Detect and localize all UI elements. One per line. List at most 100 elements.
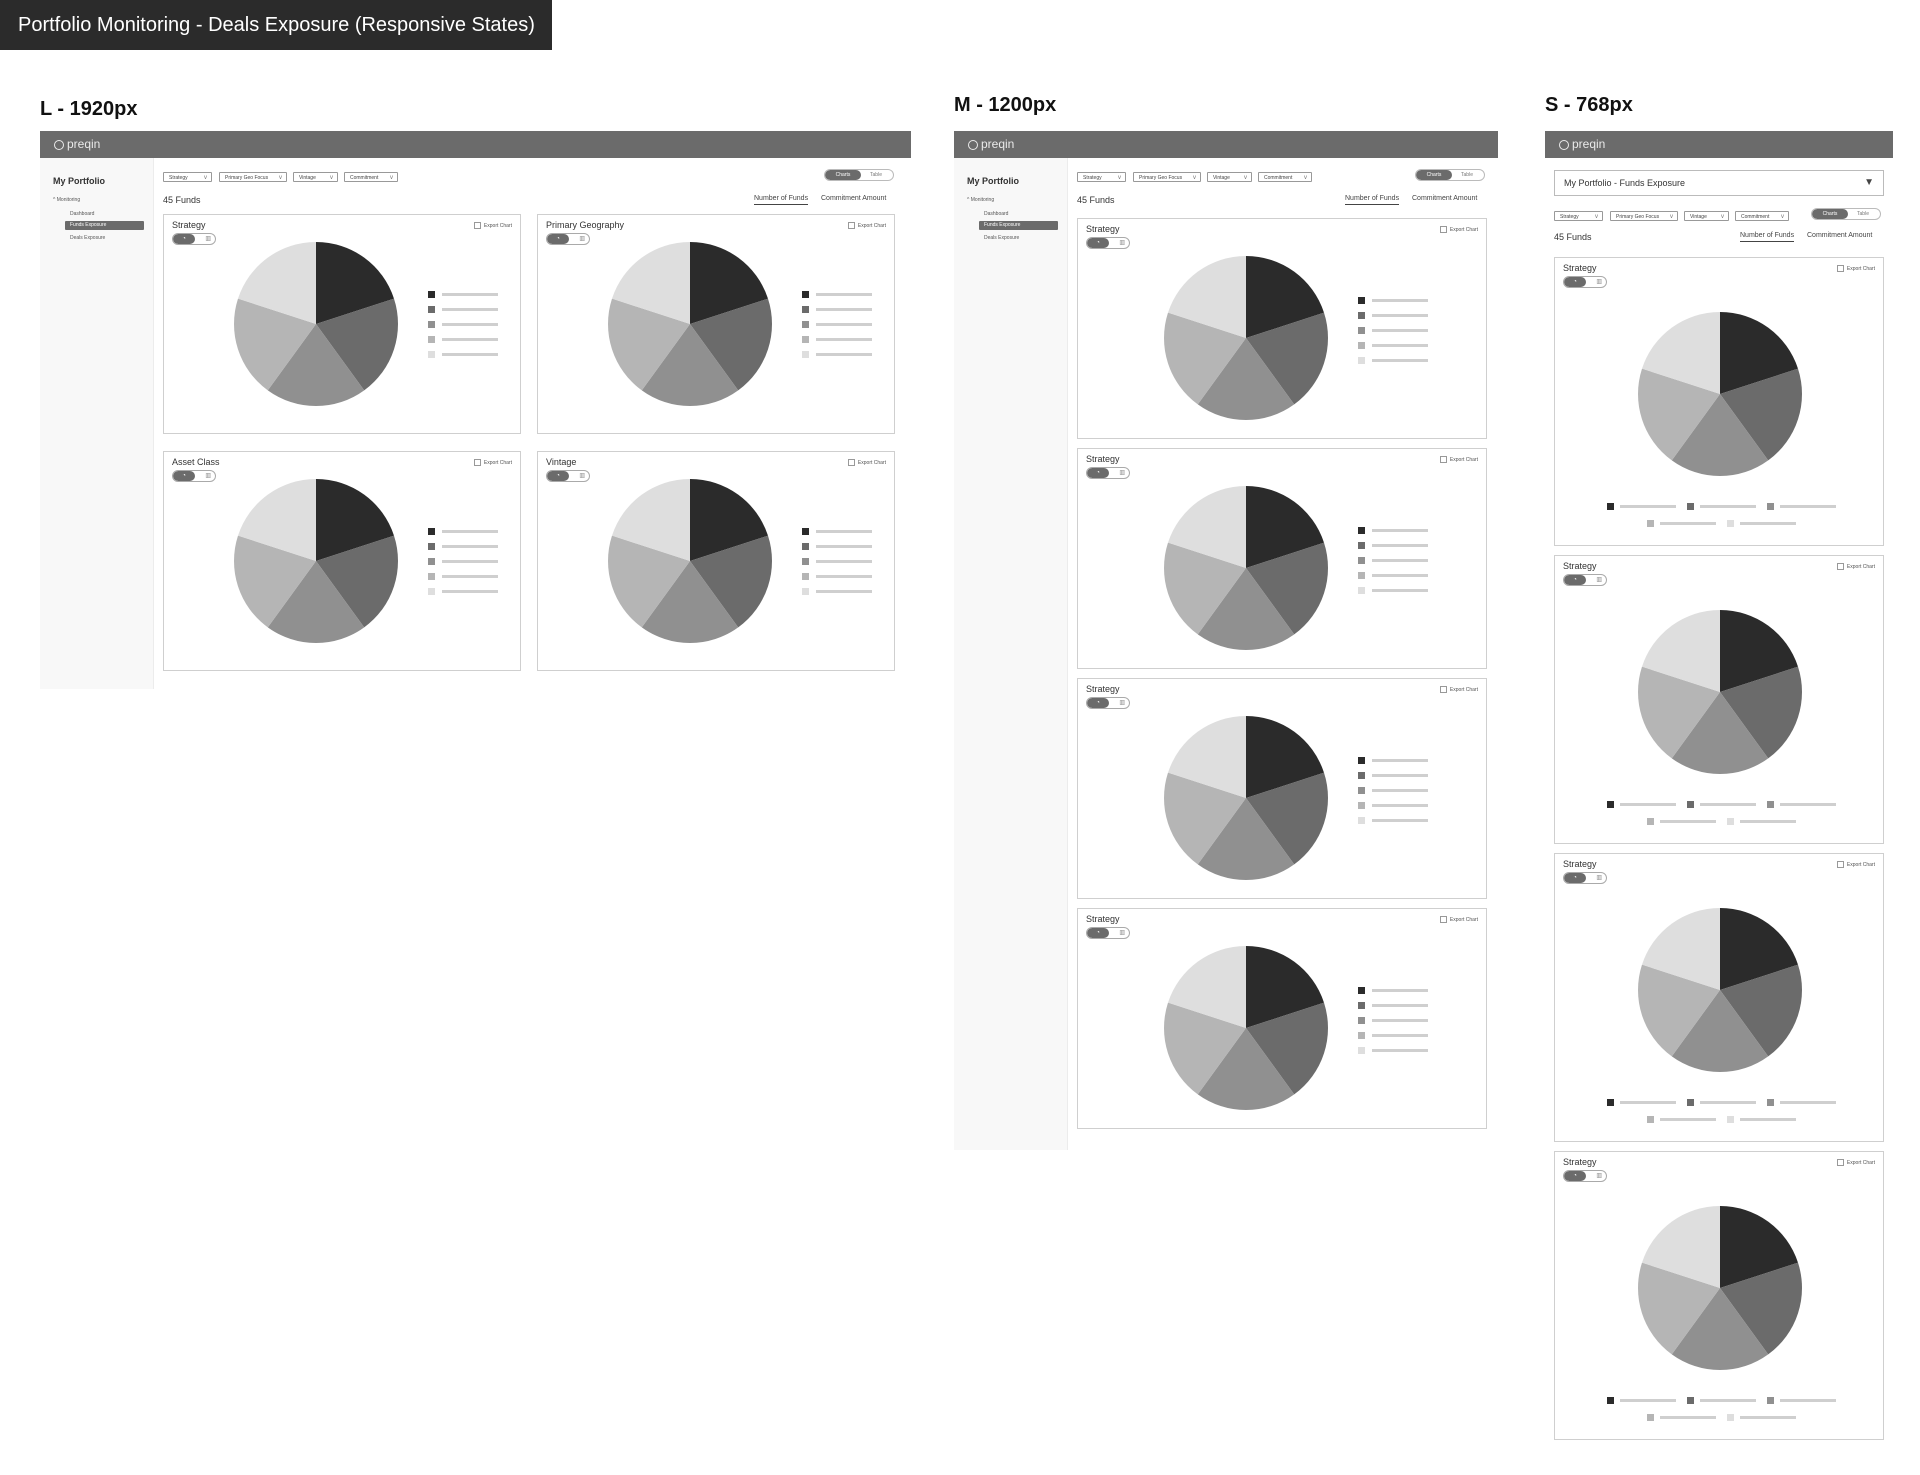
chart-type-toggle[interactable]: ◔ ▥ [546,233,590,245]
pie-chart [1638,908,1802,1072]
export-chart-button[interactable]: Export Chart [1836,265,1875,272]
filter-primary-geo[interactable]: Primary Geo Focus v [1133,172,1201,182]
bar-chart-icon[interactable]: ▥ [1596,575,1602,585]
preqin-logo[interactable]: preqin [54,137,100,152]
pie-chart-icon[interactable]: ◔ [1087,698,1109,708]
bar-chart-icon[interactable]: ▥ [1596,1171,1602,1181]
bar-chart-icon[interactable]: ▥ [1596,277,1602,287]
pie-chart-icon[interactable]: ◔ [547,471,569,481]
bar-chart-icon[interactable]: ▥ [579,234,585,244]
pie-chart-icon[interactable]: ◔ [1087,238,1109,248]
sidebar-section-monitoring[interactable]: ^ Monitoring [967,197,994,203]
filter-strategy[interactable]: Strategy v [1554,211,1603,221]
legend-label-placeholder [1620,1399,1676,1402]
chart-type-toggle[interactable]: ◔ ▥ [1086,927,1130,939]
filter-strategy[interactable]: Strategy v [163,172,212,182]
bar-chart-icon[interactable]: ▥ [579,471,585,481]
export-chart-button[interactable]: Export Chart [473,222,512,229]
legend-swatch [428,351,435,358]
pie-chart-icon[interactable]: ◔ [173,234,195,244]
bar-chart-icon[interactable]: ▥ [205,471,211,481]
table-option[interactable]: Table [1450,170,1484,180]
tab-number-of-funds[interactable]: Number of Funds [754,195,809,205]
tab-number-of-funds[interactable]: Number of Funds [1740,232,1795,242]
pie-chart-icon[interactable]: ◔ [547,234,569,244]
filter-vintage[interactable]: Vintage v [1207,172,1252,182]
legend-swatch [1607,1397,1614,1404]
filter-primary-geo[interactable]: Primary Geo Focus v [1610,211,1678,221]
chart-type-toggle[interactable]: ◔ ▥ [1563,1170,1607,1182]
chart-type-toggle[interactable]: ◔ ▥ [1563,276,1607,288]
charts-table-toggle[interactable]: Charts Table [824,169,894,181]
chart-type-toggle[interactable]: ◔ ▥ [172,233,216,245]
preqin-logo[interactable]: preqin [968,137,1014,152]
bar-chart-icon[interactable]: ▥ [1596,873,1602,883]
bar-chart-icon[interactable]: ▥ [1119,928,1125,938]
preqin-logo[interactable]: preqin [1559,137,1605,152]
table-option[interactable]: Table [1846,209,1880,219]
bar-chart-icon[interactable]: ▥ [1119,468,1125,478]
table-option[interactable]: Table [859,170,893,180]
export-chart-button[interactable]: Export Chart [1439,686,1478,693]
export-chart-button[interactable]: Export Chart [1439,916,1478,923]
pie-chart-icon[interactable]: ◔ [1564,277,1586,287]
export-chart-button[interactable]: Export Chart [1836,1159,1875,1166]
export-chart-button[interactable]: Export Chart [1836,563,1875,570]
sidebar-item-dashboard[interactable]: Dashboard [984,211,1008,217]
tab-commitment-amount[interactable]: Commitment Amount [1412,195,1477,204]
sidebar-item-funds-exposure[interactable]: Funds Exposure [65,221,144,230]
sidebar-item-funds-exposure[interactable]: Funds Exposure [979,221,1058,230]
tab-number-of-funds[interactable]: Number of Funds [1345,195,1400,205]
legend-label-placeholder [1372,1049,1428,1052]
export-chart-button[interactable]: Export Chart [1439,226,1478,233]
chart-type-toggle[interactable]: ◔ ▥ [1563,872,1607,884]
legend-label-placeholder [1372,329,1428,332]
export-chart-button[interactable]: Export Chart [1439,456,1478,463]
sidebar-item-deals-exposure[interactable]: Deals Exposure [70,235,105,241]
chart-type-toggle[interactable]: ◔ ▥ [1086,237,1130,249]
page-select-dropdown[interactable]: My Portfolio - Funds Exposure ▼ [1554,170,1884,196]
legend-swatch [1358,587,1365,594]
export-chart-button[interactable]: Export Chart [847,459,886,466]
chart-type-toggle[interactable]: ◔ ▥ [1563,574,1607,586]
sidebar-item-deals-exposure[interactable]: Deals Exposure [984,235,1019,241]
chevron-down-icon: v [1721,214,1724,220]
charts-table-toggle[interactable]: Charts Table [1415,169,1485,181]
chart-type-toggle[interactable]: ◔ ▥ [546,470,590,482]
pie-chart-icon[interactable]: ◔ [173,471,195,481]
legend-label-placeholder [442,293,498,296]
sidebar-section-monitoring[interactable]: ^ Monitoring [53,197,80,203]
export-chart-button[interactable]: Export Chart [473,459,512,466]
chart-type-toggle[interactable]: ◔ ▥ [1086,467,1130,479]
filter-commitment[interactable]: Commitment v [1735,211,1789,221]
legend-label-placeholder [442,560,498,563]
bar-chart-icon[interactable]: ▥ [1119,238,1125,248]
filter-strategy[interactable]: Strategy v [1077,172,1126,182]
tab-commitment-amount[interactable]: Commitment Amount [821,195,886,204]
tab-commitment-amount[interactable]: Commitment Amount [1807,232,1872,241]
charts-option[interactable]: Charts [825,170,861,180]
charts-option[interactable]: Charts [1812,209,1848,219]
pie-chart-icon[interactable]: ◔ [1564,873,1586,883]
export-chart-button[interactable]: Export Chart [1836,861,1875,868]
filter-primary-geo[interactable]: Primary Geo Focus v [219,172,287,182]
chart-type-toggle[interactable]: ◔ ▥ [1086,697,1130,709]
filter-commitment[interactable]: Commitment v [344,172,398,182]
sidebar-item-dashboard[interactable]: Dashboard [70,211,94,217]
filter-vintage[interactable]: Vintage v [293,172,338,182]
pie-chart-icon[interactable]: ◔ [1087,468,1109,478]
pie-chart-icon[interactable]: ◔ [1087,928,1109,938]
bar-chart-icon[interactable]: ▥ [1119,698,1125,708]
charts-option[interactable]: Charts [1416,170,1452,180]
card-title: Strategy [1086,914,1120,924]
chart-type-toggle[interactable]: ◔ ▥ [172,470,216,482]
export-chart-button[interactable]: Export Chart [847,222,886,229]
pie-chart-icon[interactable]: ◔ [1564,575,1586,585]
filter-vintage[interactable]: Vintage v [1684,211,1729,221]
pie-chart-icon[interactable]: ◔ [1564,1171,1586,1181]
filter-commitment[interactable]: Commitment v [1258,172,1312,182]
charts-table-toggle[interactable]: Charts Table [1811,208,1881,220]
bar-chart-icon[interactable]: ▥ [205,234,211,244]
legend-label-placeholder [1700,505,1756,508]
legend-swatch [1358,987,1365,994]
